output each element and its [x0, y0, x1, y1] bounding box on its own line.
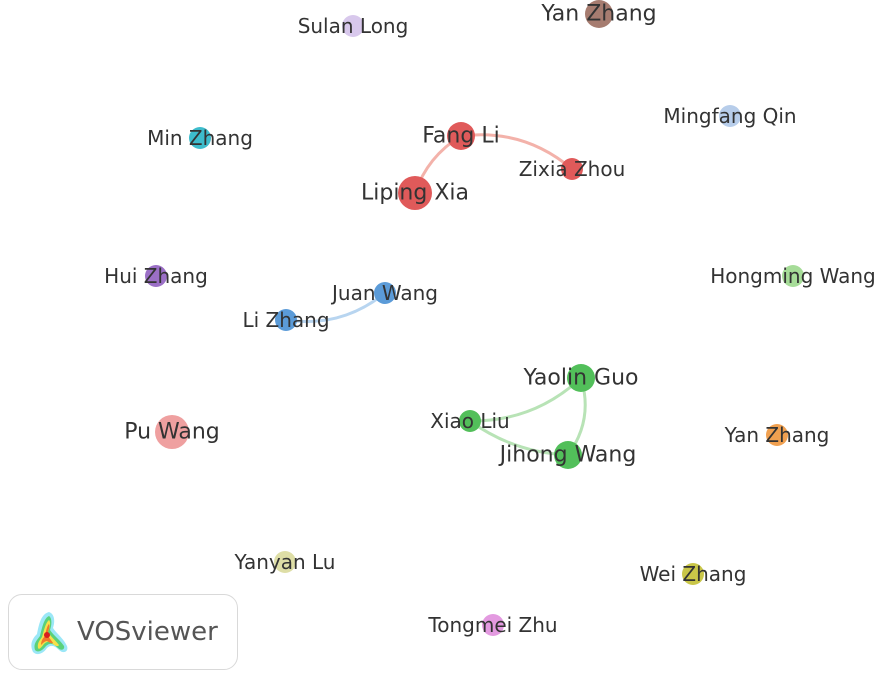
- vosviewer-brand-box: VOSviewer: [8, 594, 238, 670]
- node-label: Liping Xia: [361, 181, 469, 206]
- node-n19[interactable]: Tongmei Zhu: [427, 613, 557, 637]
- node-label: Hui Zhang: [104, 264, 208, 288]
- node-n14[interactable]: Jihong Wang: [498, 441, 637, 469]
- node-n4[interactable]: Min Zhang: [147, 126, 253, 150]
- node-n8[interactable]: Hui Zhang: [104, 264, 208, 288]
- node-label: Min Zhang: [147, 126, 253, 150]
- node-label: Xiao Liu: [430, 409, 509, 433]
- node-n12[interactable]: Yaolin Guo: [523, 364, 639, 392]
- node-label: Juan Wang: [330, 281, 438, 305]
- node-n2[interactable]: Yan Zhang: [540, 0, 657, 28]
- node-label: Hongming Wang: [710, 264, 876, 288]
- brand-name: VOSviewer: [77, 617, 218, 647]
- node-label: Mingfang Qin: [663, 104, 796, 128]
- node-n17[interactable]: Yanyan Lu: [234, 550, 336, 574]
- node-label: Zixia Zhou: [519, 157, 626, 181]
- node-layer: Sulan Long Yan Zhang Mingfang Qin Min Zhang…: [104, 0, 876, 637]
- node-n6[interactable]: Zixia Zhou: [519, 157, 626, 181]
- node-n13[interactable]: Xiao Liu: [430, 409, 509, 433]
- vosviewer-logo-icon: [31, 612, 68, 655]
- node-label: Yaolin Guo: [523, 366, 639, 391]
- node-label: Fang Li: [422, 124, 499, 149]
- node-label: Wei Zhang: [640, 562, 747, 586]
- node-n1[interactable]: Sulan Long: [298, 14, 409, 38]
- node-label: Yanyan Lu: [234, 550, 336, 574]
- node-label: Yan Zhang: [540, 2, 656, 27]
- node-n5[interactable]: Fang Li: [422, 122, 500, 150]
- node-label: Sulan Long: [298, 14, 409, 38]
- node-n7[interactable]: Liping Xia: [361, 176, 469, 210]
- node-n16[interactable]: Yan Zhang: [724, 423, 830, 447]
- node-label: Li Zhang: [242, 308, 329, 332]
- network-canvas[interactable]: Sulan Long Yan Zhang Mingfang Qin Min Zhang…: [0, 0, 882, 675]
- node-n18[interactable]: Wei Zhang: [640, 562, 747, 586]
- node-n10[interactable]: Li Zhang: [242, 308, 329, 332]
- node-label: Tongmei Zhu: [427, 613, 557, 637]
- node-label: Jihong Wang: [498, 443, 637, 468]
- node-n11[interactable]: Hongming Wang: [710, 264, 876, 288]
- node-label: Pu Wang: [124, 420, 220, 445]
- node-n9[interactable]: Juan Wang: [330, 281, 438, 305]
- node-label: Yan Zhang: [724, 423, 830, 447]
- node-n15[interactable]: Pu Wang: [124, 415, 220, 449]
- node-n3[interactable]: Mingfang Qin: [663, 104, 796, 128]
